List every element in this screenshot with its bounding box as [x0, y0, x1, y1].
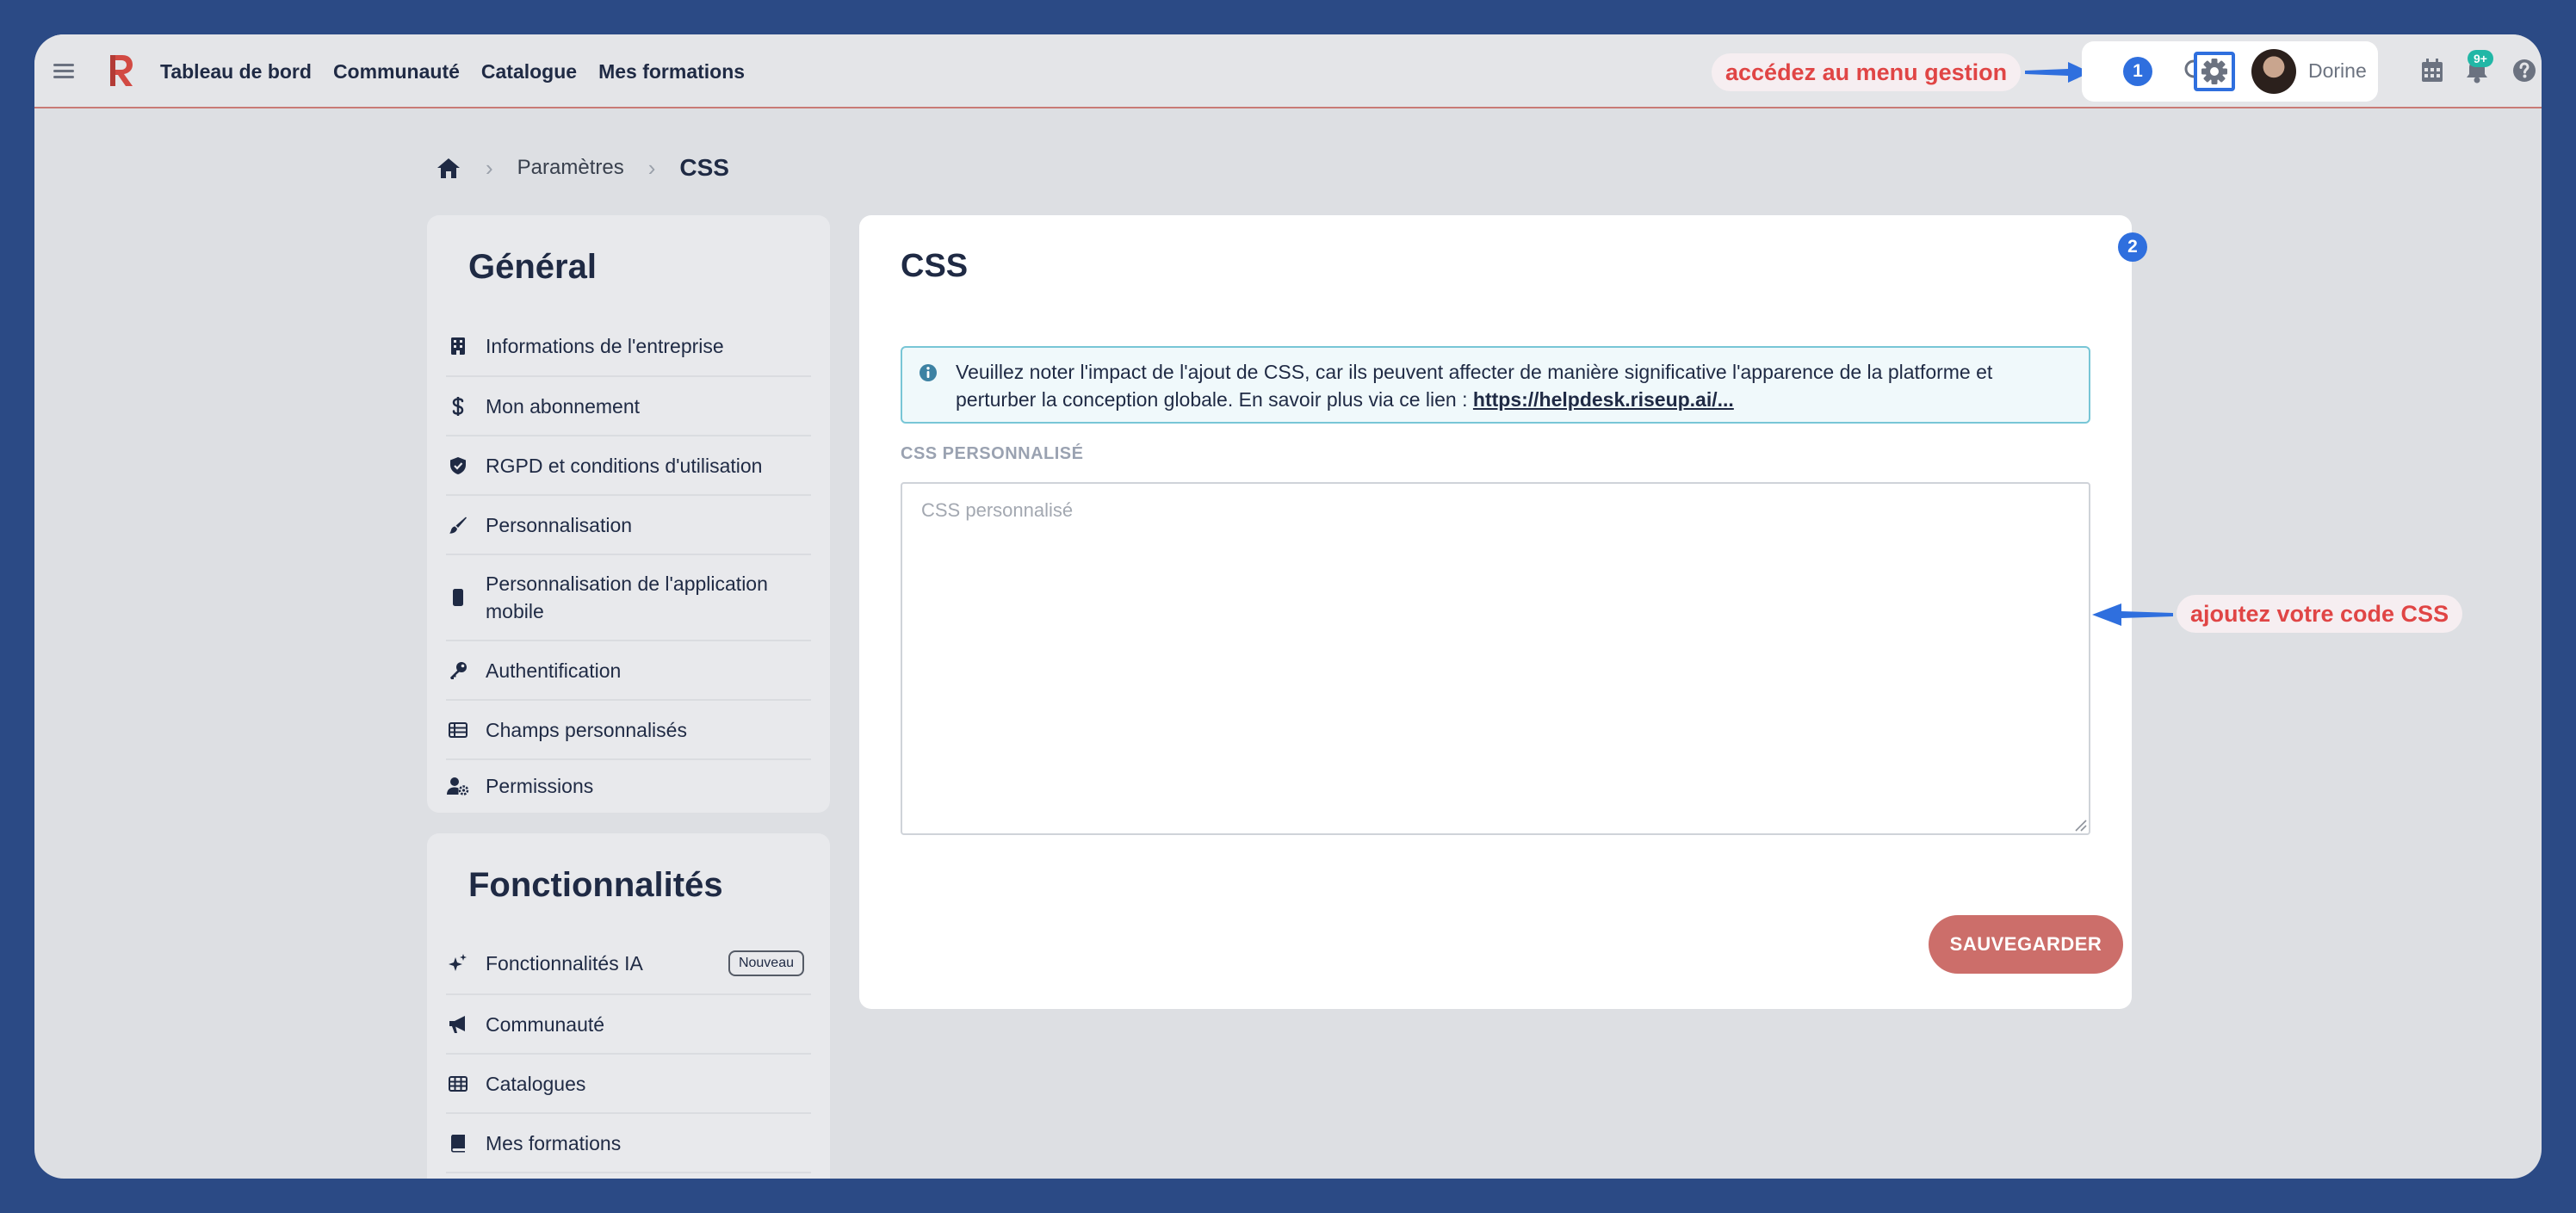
home-icon[interactable] [436, 156, 461, 180]
nav-catalogue[interactable]: Catalogue [481, 60, 577, 84]
sidebar-item-label: Personnalisation de l'application mobile [486, 572, 768, 622]
section-title-general: Général [468, 248, 597, 286]
sidebar-item-label: Champs personnalisés [486, 718, 687, 741]
info-alert: Veuillez noter l'impact de l'ajout de CS… [901, 346, 2090, 424]
sidebar-item-my-trainings[interactable]: Mes formations [446, 1114, 811, 1173]
sidebar-item-catalogues[interactable]: Catalogues [446, 1055, 811, 1114]
callout-arrow-right-icon [2025, 62, 2090, 83]
code-callout: ajoutez votre code CSS [2177, 595, 2463, 633]
dollar-icon [446, 396, 470, 417]
sidebar-item-custom-fields[interactable]: Champs personnalisés [446, 701, 811, 760]
sidebar-general-panel: Général Informations de l'entreprise Mon… [427, 215, 830, 813]
top-bar: Tableau de bord Communauté Catalogue Mes… [34, 34, 2542, 108]
breadcrumb: › Paramètres › CSS [436, 148, 729, 188]
page-title: CSS [901, 248, 969, 284]
sidebar-item-label: Mon abonnement [486, 394, 641, 418]
sidebar-item-subscription[interactable]: Mon abonnement [446, 377, 811, 436]
megaphone-icon [446, 1015, 470, 1034]
new-badge: Nouveau [728, 950, 804, 976]
avatar[interactable] [2251, 49, 2296, 94]
sidebar-item-label: Catalogues [486, 1072, 586, 1095]
breadcrumb-settings[interactable]: Paramètres [517, 156, 624, 180]
main-nav: Tableau de bord Communauté Catalogue Mes… [160, 34, 745, 108]
helpdesk-link[interactable]: https://helpdesk.riseup.ai/... [1473, 388, 1734, 411]
app-window: Tableau de bord Communauté Catalogue Mes… [34, 34, 2542, 1179]
sidebar-item-company-info[interactable]: Informations de l'entreprise [446, 317, 811, 377]
mobile-icon [446, 588, 470, 607]
menu-callout: accédez au menu gestion [1712, 53, 2022, 91]
gear-icon [2201, 59, 2227, 84]
sidebar-item-label: Authentification [486, 659, 622, 682]
sidebar-item-authentication[interactable]: Authentification [446, 641, 811, 701]
user-name[interactable]: Dorine [2308, 59, 2367, 83]
sidebar-item-label: Communauté [486, 1012, 605, 1036]
key-icon [446, 661, 470, 680]
brush-icon [446, 516, 470, 535]
sidebar-item-label: Informations de l'entreprise [486, 335, 724, 357]
sidebar-item-label: Mes formations [486, 1131, 622, 1154]
app-logo[interactable] [103, 52, 136, 90]
building-icon [446, 337, 470, 356]
breadcrumb-separator: › [647, 154, 656, 181]
custom-css-label: CSS PERSONNALISÉ [901, 444, 1084, 463]
book-icon [446, 1134, 470, 1153]
user-gear-icon [446, 777, 470, 795]
sidebar-item-label: Fonctionnalités IA [486, 952, 643, 975]
menu-icon[interactable] [50, 57, 77, 84]
help-icon[interactable] [2511, 57, 2538, 84]
sidebar-item-ai-features[interactable]: Fonctionnalités IA Nouveau [446, 933, 811, 995]
callout-arrow-left-icon [2092, 603, 2173, 626]
grid-table-icon [446, 1075, 470, 1092]
sidebar-features-panel: Fonctionnalités Fonctionnalités IA Nouve… [427, 833, 830, 1179]
save-button[interactable]: SAUVEGARDER [1929, 915, 2123, 974]
calendar-icon[interactable] [2419, 57, 2445, 84]
step-badge-2: 2 [2118, 232, 2147, 262]
nav-my-trainings[interactable]: Mes formations [598, 60, 745, 84]
sidebar-item-label: Personnalisation [486, 513, 633, 536]
section-title-features: Fonctionnalités [468, 866, 723, 904]
sidebar-item-community[interactable]: Communauté [446, 995, 811, 1055]
css-settings-card: 2 CSS Veuillez noter l'impact de l'ajout… [859, 215, 2147, 1009]
custom-css-textarea[interactable] [901, 482, 2090, 835]
shield-icon [446, 456, 470, 475]
breadcrumb-separator: › [486, 154, 493, 181]
list-table-icon [446, 721, 470, 738]
sidebar-item-mobile-app[interactable]: Personnalisation de l'application mobile [446, 555, 811, 641]
breadcrumb-current: CSS [679, 154, 729, 181]
settings-button[interactable] [2194, 52, 2235, 91]
sidebar-item-gdpr[interactable]: RGPD et conditions d'utilisation [446, 436, 811, 496]
sidebar-item-permissions[interactable]: Permissions [446, 760, 811, 812]
info-icon [920, 364, 937, 381]
sidebar-item-label: Permissions [486, 775, 594, 797]
notification-count-badge: 9+ [2468, 50, 2493, 67]
resize-handle-icon[interactable] [2073, 818, 2087, 832]
nav-dashboard[interactable]: Tableau de bord [160, 60, 312, 84]
sidebar-item-customization[interactable]: Personnalisation [446, 496, 811, 555]
sidebar-item-label: RGPD et conditions d'utilisation [486, 454, 763, 477]
sparkles-icon [446, 954, 470, 973]
step-badge: 1 [2123, 57, 2152, 86]
nav-community[interactable]: Communauté [333, 60, 460, 84]
